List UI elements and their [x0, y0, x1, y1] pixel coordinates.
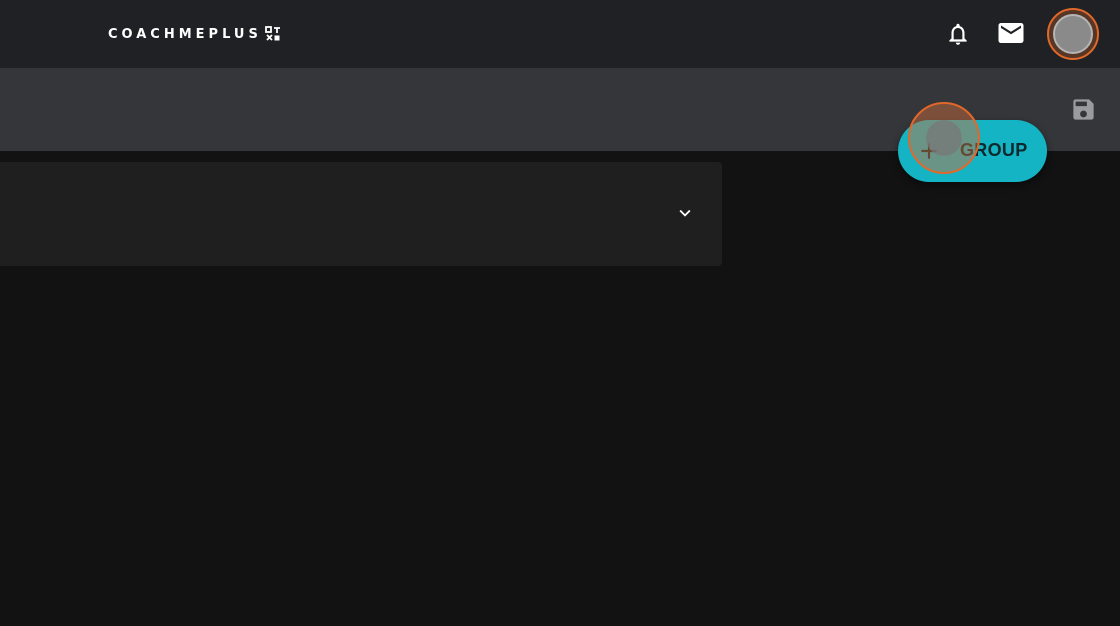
profile-avatar-button[interactable]: [1047, 8, 1099, 60]
top-navigation-bar: COACHMEPLUS: [0, 0, 1120, 68]
mail-icon: [998, 23, 1024, 43]
avatar: [1053, 14, 1093, 54]
add-group-button[interactable]: GROUP: [898, 120, 1047, 182]
messages-button[interactable]: [995, 18, 1027, 48]
save-button[interactable]: [1070, 96, 1097, 123]
chevron-down-icon: [679, 209, 691, 217]
collapsible-panel[interactable]: [0, 162, 722, 266]
logo-text: COACHMEPLUS: [108, 26, 262, 42]
app-logo[interactable]: COACHMEPLUS: [108, 24, 281, 44]
expand-panel-button[interactable]: [674, 202, 696, 224]
bell-icon: [949, 23, 967, 45]
plus-icon: [921, 143, 937, 159]
add-group-label: GROUP: [960, 140, 1028, 160]
notifications-button[interactable]: [943, 18, 973, 50]
save-icon: [1073, 99, 1094, 120]
logo-mark-icon: [264, 26, 280, 41]
